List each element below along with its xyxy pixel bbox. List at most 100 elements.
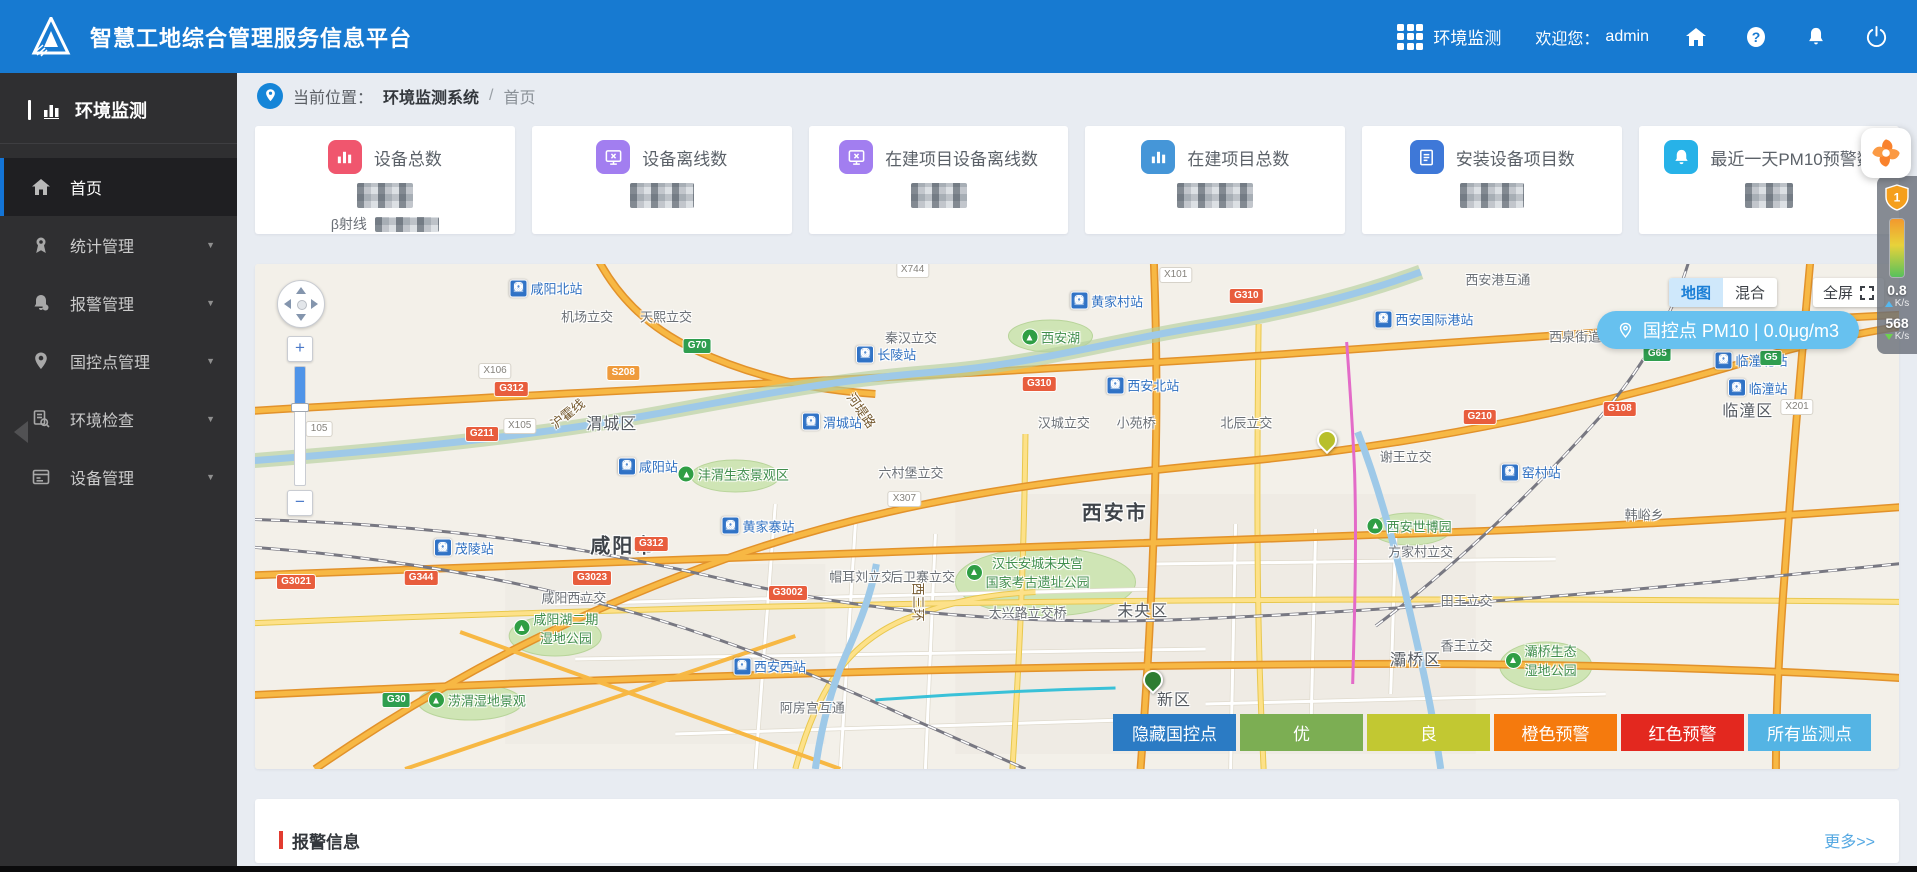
down-arrow-icon: [1884, 333, 1893, 340]
road-shield: G312: [495, 381, 528, 396]
map-marker-pin[interactable]: [1312, 426, 1342, 455]
park-icon: [1504, 651, 1522, 669]
map-label: 灞桥区: [1390, 651, 1442, 669]
map-label: 西安港互通: [1465, 272, 1531, 288]
map-label: 秦汉立交: [884, 330, 937, 346]
zoom-in-button[interactable]: +: [287, 336, 313, 362]
map-park-label: 沣渭生态景观区: [677, 465, 789, 484]
power-icon[interactable]: [1863, 24, 1889, 50]
breadcrumb-section[interactable]: 环境监测系统: [383, 84, 479, 108]
stat-card-value: [809, 183, 1069, 208]
zoom-out-button[interactable]: −: [287, 490, 313, 516]
legend-button-良[interactable]: 良: [1367, 714, 1490, 751]
legend-button-橙色预警[interactable]: 橙色预警: [1494, 714, 1617, 751]
map-label: 阿房宫互通: [779, 700, 845, 716]
map-station-label: Ω 咸阳站: [617, 457, 678, 476]
breadcrumb: 当前位置： 环境监测系统 / 首页: [237, 73, 1917, 118]
map-type-toggle[interactable]: 地图 混合: [1668, 278, 1777, 307]
station-name: 西安国际港站: [1395, 312, 1474, 328]
map-station-label: Ω 西安西站: [733, 657, 806, 676]
chevron-down-icon: ▼: [206, 240, 215, 250]
map-station-label: Ω 黄家村站: [1070, 291, 1143, 310]
stats-icon: [30, 234, 52, 256]
map-label: 汉城立交: [1037, 415, 1090, 431]
road-shield: G30: [382, 693, 410, 708]
road-shield: S208: [607, 365, 639, 380]
road-shield: G211: [465, 427, 498, 442]
location-pin-icon: [257, 82, 283, 109]
breadcrumb-page[interactable]: 首页: [503, 84, 535, 108]
device-icon: [30, 466, 52, 488]
app-header: 智慧工地综合管理服务信息平台 环境监测 欢迎您： admin ?: [0, 0, 1917, 73]
app-switcher[interactable]: 环境监测: [1397, 23, 1501, 50]
pm10-tooltip[interactable]: 国控点 PM10 | 0.0μg/m3: [1596, 311, 1859, 349]
pan-right-icon[interactable]: [311, 299, 318, 309]
pan-down-icon[interactable]: [296, 314, 306, 321]
breadcrumb-label: 当前位置：: [293, 89, 374, 107]
download-speed-unit: K/s: [1894, 331, 1910, 342]
park-name: 灞桥生态 湿地公园: [1524, 644, 1577, 679]
map-label: 渭城区: [586, 415, 638, 433]
map-pan-control[interactable]: [277, 280, 325, 328]
welcome-label: 欢迎您：: [1535, 30, 1600, 48]
net-speed-panel[interactable]: 1 0.8 K/s 568 K/s: [1877, 176, 1917, 354]
station-name: 黄家村站: [1091, 294, 1144, 310]
road-shield: X201: [1781, 399, 1813, 414]
road-shield: G108: [1603, 402, 1636, 417]
park-icon: [1021, 328, 1039, 346]
station-name: 长陵站: [877, 347, 917, 363]
legend-button-红色预警[interactable]: 红色预警: [1621, 714, 1744, 751]
legend-button-所有监测点[interactable]: 所有监测点: [1748, 714, 1871, 751]
bell-icon[interactable]: [1803, 24, 1829, 50]
map-station-label: Ω 长陵站: [856, 345, 916, 364]
sidebar-item-设备管理[interactable]: 设备管理 ▼: [0, 448, 237, 506]
pan-up-icon[interactable]: [296, 287, 306, 294]
fullscreen-button[interactable]: 全屏: [1812, 278, 1884, 307]
metro-icon: Ω: [721, 516, 740, 535]
sidebar-item-环境检查[interactable]: 环境检查 ▼: [0, 390, 237, 448]
pan-left-icon[interactable]: [284, 299, 291, 309]
download-speed: 568 K/s: [1884, 315, 1910, 343]
map-label: 西三环: [910, 582, 926, 622]
sidebar-item-统计管理[interactable]: 统计管理 ▼: [0, 216, 237, 274]
sidebar-item-label: 报警管理: [70, 297, 135, 314]
metro-icon: Ω: [509, 279, 528, 298]
park-name: 汉长安城未央宫 国家考古遗址公园: [985, 556, 1090, 591]
sidebar-collapse-handle[interactable]: [14, 421, 28, 443]
chevron-down-icon: ▼: [206, 414, 215, 424]
upload-speed: 0.8 K/s: [1884, 283, 1909, 310]
sidebar-item-国控点管理[interactable]: 国控点管理 ▼: [0, 332, 237, 390]
stat-card-header: 安装设备项目数: [1362, 140, 1622, 174]
sidebar-item-首页[interactable]: 首页: [0, 158, 237, 216]
sidebar-item-报警管理[interactable]: 报警管理 ▼: [0, 274, 237, 332]
stat-card-header: 设备离线数: [532, 140, 792, 174]
zoom-slider[interactable]: [291, 366, 309, 486]
pm10-tooltip-text: 国控点 PM10 | 0.0μg/m3: [1642, 321, 1839, 341]
map-label: 机场立交: [561, 309, 614, 324]
stat-cards-row: 设备总数 β射线 设备离线数 在建项目设备离线数 在建项目总数 安装设备项目数 最近一天PM…: [255, 126, 1899, 234]
park-icon: [427, 691, 445, 709]
home-icon[interactable]: [1683, 24, 1709, 50]
download-speed-value: 568: [1885, 315, 1909, 331]
stat-card: 安装设备项目数: [1362, 126, 1623, 234]
legend-button-优[interactable]: 优: [1240, 714, 1363, 751]
map-type-option-地图[interactable]: 地图: [1668, 278, 1723, 307]
speed-ball-widget[interactable]: [1861, 128, 1911, 178]
monitor_x-icon: [839, 140, 874, 174]
pin-icon: [30, 350, 52, 372]
map-park-label: 西安世博园: [1366, 516, 1452, 535]
map-legend-buttons: 隐藏国控点优良橙色预警 红色预警 所有监测点: [1113, 714, 1871, 751]
help-icon[interactable]: ?: [1743, 24, 1769, 50]
map[interactable]: Ω咸阳北站Ω黄家村站Ω西安国际港站Ω临潼北站Ω临潼站Ω长陵站Ω渭城站Ω西安北站Ω…: [255, 264, 1899, 769]
road-shield: G312: [634, 536, 668, 551]
legend-button-隐藏国控点[interactable]: 隐藏国控点: [1113, 714, 1236, 751]
road-shield: G344: [404, 571, 438, 586]
alarm-more-link[interactable]: 更多>>: [1824, 828, 1875, 852]
zoom-slider-handle[interactable]: [291, 403, 309, 412]
stat-card-value: [1362, 183, 1622, 208]
svg-text:?: ?: [1752, 29, 1761, 45]
chart-icon: [1141, 140, 1176, 174]
sidebar: 环境监测 首页 统计管理 ▼ 报警管理 ▼ 国控点管理 ▼ 环境检查 ▼ 设备管理 ▼: [0, 73, 237, 872]
map-type-option-混合[interactable]: 混合: [1723, 278, 1777, 307]
park-icon: [1366, 517, 1384, 535]
